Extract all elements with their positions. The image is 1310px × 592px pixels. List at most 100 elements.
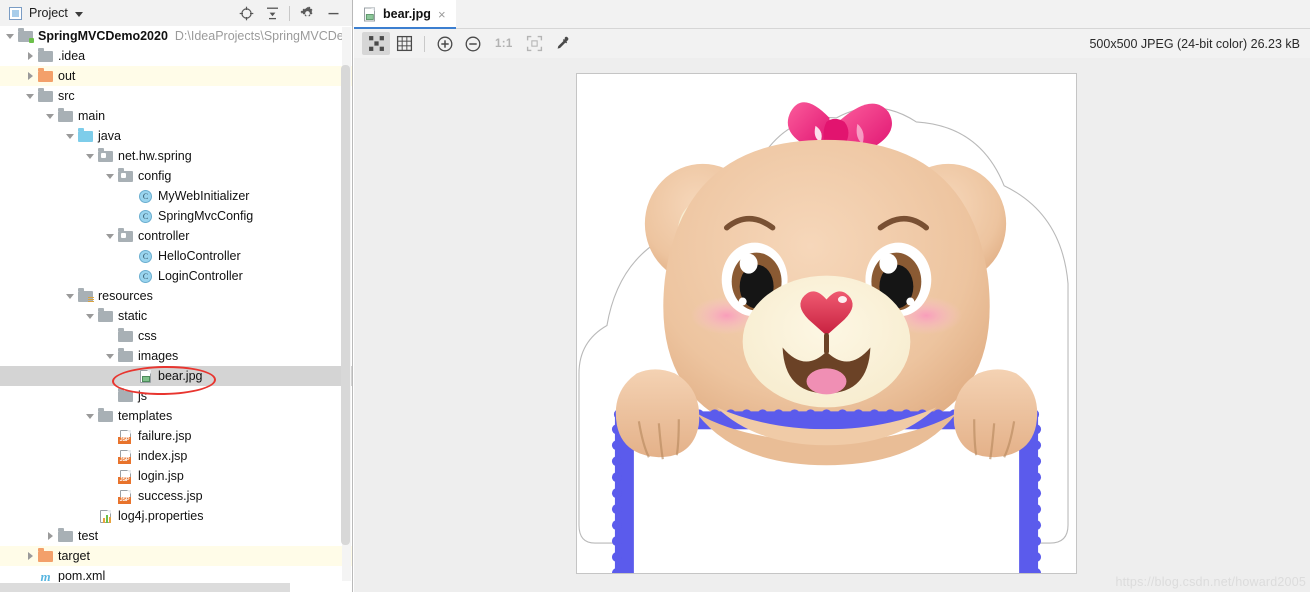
tree-item-label: SpringMvcConfig [158,209,254,223]
maven-pom-icon: m [40,568,51,583]
image-file-icon [138,369,153,384]
project-title-group[interactable]: Project [0,6,83,20]
chevron-down-icon[interactable] [66,292,75,301]
tree-item-src[interactable]: src [0,86,352,106]
chevron-right-icon[interactable] [26,551,35,561]
watermark-text: https://blog.csdn.net/howard2005 [1115,575,1306,589]
tree-item-label: out [58,69,76,83]
chevron-down-icon[interactable] [86,152,95,161]
folder-icon [118,328,133,344]
tree-vertical-scrollbar-thumb[interactable] [341,65,350,545]
folder-icon [98,308,113,324]
tree-item-springmvcdemo2020[interactable]: SpringMVCDemo2020 D:\IdeaProjects\SpringM… [0,26,352,46]
locate-in-tree-button[interactable] [233,1,259,25]
tree-item-log4j-properties[interactable]: log4j.properties [0,506,352,526]
tree-item-label: css [138,329,157,343]
tree-item-label: MyWebInitializer [158,189,250,203]
tree-horizontal-scrollbar-thumb[interactable] [0,583,290,592]
chevron-down-icon[interactable] [66,132,75,141]
close-icon[interactable]: × [437,8,447,21]
zoom-in-button[interactable] [431,32,459,55]
tree-item-springmvcconfig[interactable]: C SpringMvcConfig [0,206,352,226]
chevron-down-icon[interactable] [74,11,83,17]
package-icon [118,168,133,184]
tree-item--idea[interactable]: .idea [0,46,352,66]
collapse-all-button[interactable] [259,1,285,25]
toggle-grid-button[interactable] [390,32,418,55]
minimize-button[interactable] [320,1,346,25]
tree-item-target[interactable]: target [0,546,352,566]
tree-item-js[interactable]: js [0,386,352,406]
tree-item-mywebinitializer[interactable]: C MyWebInitializer [0,186,352,206]
chevron-down-icon[interactable] [86,412,95,421]
eyedropper-icon [557,36,569,49]
tree-item-label: HelloController [158,249,241,263]
chevron-down-icon[interactable] [6,32,15,41]
fit-to-window-button[interactable] [521,32,549,55]
tree-item-out[interactable]: out [0,66,352,86]
tree-item-index-jsp[interactable]: JSP index.jsp [0,446,352,466]
actual-size-button[interactable]: 1:1 [487,38,521,50]
chevron-down-icon[interactable] [106,172,115,181]
tree-item-label: success.jsp [138,489,203,503]
chevron-down-icon[interactable] [86,312,95,321]
tree-item-main[interactable]: main [0,106,352,126]
chevron-down-icon[interactable] [46,112,55,121]
tree-vertical-scrollbar-track[interactable] [341,27,351,581]
tree-item-label: pom.xml [58,569,106,582]
tree-item-java[interactable]: java [0,126,352,146]
toggle-transparency-chessboard-button[interactable] [362,32,390,55]
bear-head [663,139,990,444]
tree-item-success-jsp[interactable]: JSP success.jsp [0,486,352,506]
image-canvas-area[interactable]: https://blog.csdn.net/howard2005 [354,58,1310,592]
image-editor-toolbar: 1:1 500x500 JPEG (24-bit color) 26.23 kB [354,29,1310,59]
tree-item-templates[interactable]: templates [0,406,352,426]
tree-item-label: index.jsp [138,449,188,463]
tree-item-controller[interactable]: controller [0,226,352,246]
settings-button[interactable] [294,1,320,25]
package-icon [118,228,133,244]
chevron-right-icon[interactable] [46,531,55,541]
tree-horizontal-scrollbar-track[interactable] [0,582,352,592]
tree-item-css[interactable]: css [0,326,352,346]
chevron-right-icon[interactable] [26,71,35,81]
editor-area: bear.jpg × 1:1 500x500 JPEG (24-bit colo… [354,0,1310,592]
minimize-icon [328,12,338,14]
tree-item-resources[interactable]: resources [0,286,352,306]
fit-window-icon [526,35,543,52]
tree-item-logincontroller[interactable]: C LoginController [0,266,352,286]
java-class-icon: C [138,189,153,204]
tree-item-label: src [58,89,75,103]
tab-bear-jpg[interactable]: bear.jpg × [354,0,456,29]
color-picker-button[interactable] [549,32,577,55]
tree-item-login-jsp[interactable]: JSP login.jsp [0,466,352,486]
tree-item-failure-jsp[interactable]: JSP failure.jsp [0,426,352,446]
tree-item-config[interactable]: config [0,166,352,186]
zoom-out-button[interactable] [459,32,487,55]
chevron-down-icon[interactable] [106,352,115,361]
tree-item-label: log4j.properties [118,509,204,523]
tree-item-pom-xml[interactable]: m pom.xml [0,566,352,583]
project-panel-title: Project [29,6,68,20]
java-class-icon: C [138,249,153,264]
tree-item-test[interactable]: test [0,526,352,546]
tree-item-net-hw-spring[interactable]: net.hw.spring [0,146,352,166]
chevron-down-icon[interactable] [106,232,115,241]
tree-item-bear-jpg[interactable]: bear.jpg [0,366,352,386]
project-file-tree[interactable]: SpringMVCDemo2020 D:\IdeaProjects\SpringM… [0,26,352,582]
chevron-down-icon[interactable] [26,92,35,101]
grid-icon [396,35,412,52]
tree-item-label: main [78,109,106,123]
tree-item-images[interactable]: images [0,346,352,366]
folder-icon [38,88,53,104]
image-file-icon [362,7,377,22]
chevron-right-icon[interactable] [26,51,35,61]
tree-item-label: controller [138,229,190,243]
tree-item-label: login.jsp [138,469,184,483]
tree-item-static[interactable]: static [0,306,352,326]
tree-item-hellocontroller[interactable]: C HelloController [0,246,352,266]
